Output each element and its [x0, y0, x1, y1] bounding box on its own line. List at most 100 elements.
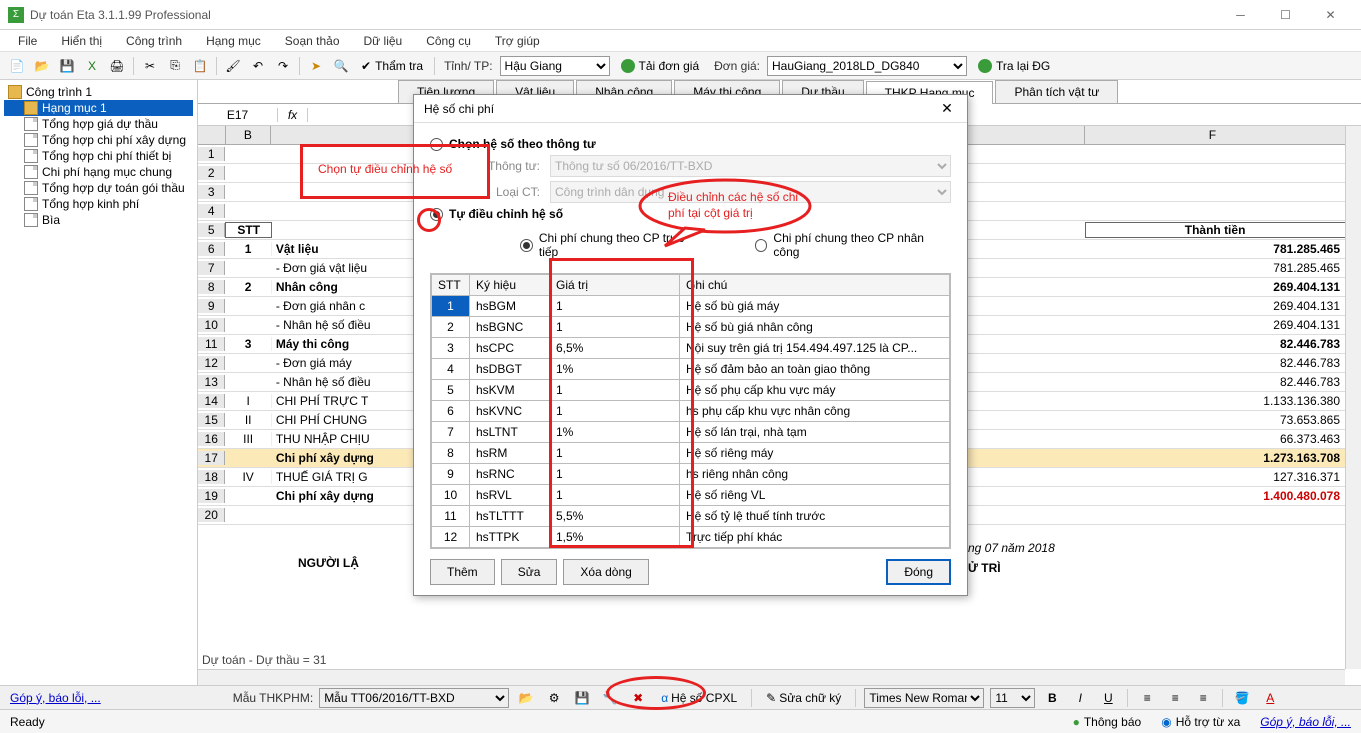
vertical-scrollbar[interactable] [1345, 126, 1361, 669]
app-icon: Σ [8, 7, 24, 23]
underline-button[interactable]: U [1097, 687, 1119, 709]
save-icon[interactable]: 💾 [56, 55, 78, 77]
folder-icon [8, 85, 22, 99]
align-left-icon[interactable]: ≡ [1136, 687, 1158, 709]
bold-button[interactable]: B [1041, 687, 1063, 709]
horizontal-scrollbar[interactable] [198, 669, 1345, 685]
col-header-f[interactable]: F [1085, 126, 1361, 144]
tinh-tp-select[interactable]: Hậu Giang [500, 56, 610, 76]
italic-button[interactable]: I [1069, 687, 1091, 709]
sua-button[interactable]: Sửa [501, 559, 558, 585]
tree-item[interactable]: Tổng hợp chi phí xây dựng [4, 132, 193, 148]
radio-chon-he-so[interactable]: Chọn hệ số theo thông tư [430, 137, 951, 151]
fill-color-icon[interactable]: 🪣 [1231, 687, 1253, 709]
open2-icon[interactable]: 📂 [515, 687, 537, 709]
table-row[interactable]: 2hsBGNC1Hệ số bù giá nhân công [432, 317, 950, 338]
tree-item[interactable]: Tổng hợp kinh phí [4, 196, 193, 212]
menu-file[interactable]: File [8, 32, 47, 50]
dong-button[interactable]: Đóng [886, 559, 951, 585]
menu-du-lieu[interactable]: Dữ liệu [354, 32, 413, 50]
radio-tu-dieu-chinh[interactable]: Tự điều chỉnh hệ số [430, 207, 951, 221]
tree-item[interactable]: Tổng hợp dự toán gói thầu [4, 180, 193, 196]
print-icon[interactable]: 🖨 [106, 55, 128, 77]
tree-item[interactable]: Chi phí hạng mục chung [4, 164, 193, 180]
tool2-icon[interactable]: ⚙ [543, 687, 565, 709]
menu-soan-thao[interactable]: Soạn thảo [275, 32, 350, 50]
teamviewer-icon: ◉ [1161, 715, 1171, 729]
undo-icon[interactable]: ↶ [247, 55, 269, 77]
radio-cp-truc-tiep[interactable]: Chi phí chung theo CP trực tiếp [520, 231, 705, 259]
table-row[interactable]: 4hsDBGT1%Hệ số đảm bảo an toàn giao thôn… [432, 359, 950, 380]
table-row[interactable]: 8hsRM1Hệ số riêng máy [432, 443, 950, 464]
table-row[interactable]: 12hsTTPK1,5%Trực tiếp phí khác [432, 527, 950, 548]
mau-thkphm-select[interactable]: Mẫu TT06/2016/TT-BXD [319, 688, 509, 708]
doc-icon [24, 165, 38, 179]
thong-bao-button[interactable]: ● Thông báo [1073, 715, 1142, 729]
sua-chu-ky-button[interactable]: ✎ Sửa chữ ký [760, 689, 847, 707]
font-select[interactable]: Times New Roman [864, 688, 984, 708]
cell-reference[interactable]: E17 [198, 108, 278, 122]
tham-tra-button[interactable]: ✔ Thẩm tra [355, 59, 429, 73]
menu-cong-trinh[interactable]: Công trình [116, 32, 192, 50]
tab-phan-tich-vat-tu[interactable]: Phân tích vật tư [995, 80, 1118, 103]
arrow-right-icon[interactable]: ➤ [305, 55, 327, 77]
dialog-close-button[interactable]: ✕ [937, 100, 957, 117]
font-color-icon[interactable]: A [1259, 687, 1281, 709]
table-row[interactable]: 10hsRVL1Hệ số riêng VL [432, 485, 950, 506]
table-row[interactable]: 9hsRNC1hs riêng nhân công [432, 464, 950, 485]
gop-y-link-right[interactable]: Góp ý, báo lỗi, ... [1260, 715, 1351, 729]
radio-on-icon [520, 239, 533, 252]
tool3-icon[interactable]: 🔧 [599, 687, 621, 709]
table-row[interactable]: 3hsCPC6,5%Nội suy trên giá trị 154.494.4… [432, 338, 950, 359]
menu-hien-thi[interactable]: Hiển thị [51, 32, 112, 50]
redo-icon[interactable]: ↷ [272, 55, 294, 77]
mau-thkphm-label: Mẫu THKPHM: [233, 691, 313, 705]
titlebar: Σ Dự toán Eta 3.1.1.99 Professional ─ ☐ … [0, 0, 1361, 30]
align-center-icon[interactable]: ≡ [1164, 687, 1186, 709]
align-right-icon[interactable]: ≡ [1192, 687, 1214, 709]
cut-icon[interactable]: ✂ [139, 55, 161, 77]
loaict-select: Công trình dân dụng [550, 181, 951, 203]
fx-icon[interactable]: fx [278, 108, 308, 122]
tai-don-gia-button[interactable]: Tải đơn giá [613, 57, 708, 75]
tree-item[interactable]: Hạng mục 1 [4, 100, 193, 116]
tra-lai-dg-button[interactable]: Tra lại ĐG [970, 57, 1058, 75]
xoa-dong-button[interactable]: Xóa dòng [563, 559, 648, 585]
doc-icon [24, 181, 38, 195]
maximize-button[interactable]: ☐ [1263, 1, 1308, 29]
table-row[interactable]: 6hsKVNC1hs phụ cấp khu vực nhân công [432, 401, 950, 422]
delete-icon[interactable]: ✖ [627, 687, 649, 709]
bell-icon: ● [1073, 715, 1080, 729]
brush-icon[interactable]: 🖌 [222, 55, 244, 77]
excel-icon[interactable]: X [81, 55, 103, 77]
tree-item[interactable]: Tổng hợp chi phí thiết bị [4, 148, 193, 164]
save2-icon[interactable]: 💾 [571, 687, 593, 709]
gop-y-link-left[interactable]: Góp ý, báo lỗi, ... [10, 691, 101, 705]
them-button[interactable]: Thêm [430, 559, 495, 585]
copy-icon[interactable]: ⎘ [164, 55, 186, 77]
table-row[interactable]: 7hsLTNT1%Hệ số lán trại, nhà tạm [432, 422, 950, 443]
table-row[interactable]: 5hsKVM1Hệ số phụ cấp khu vực máy [432, 380, 950, 401]
don-gia-select[interactable]: HauGiang_2018LD_DG840 [767, 56, 967, 76]
menu-hang-muc[interactable]: Hạng mục [196, 32, 271, 50]
minimize-button[interactable]: ─ [1218, 1, 1263, 29]
he-so-table[interactable]: STT Ký hiệu Giá trị Ghi chú 1hsBGM1Hệ số… [431, 274, 950, 548]
ho-tro-button[interactable]: ◉ Hỗ trợ từ xa [1161, 715, 1240, 729]
paste-icon[interactable]: 📋 [189, 55, 211, 77]
table-row[interactable]: 1hsBGM1Hệ số bù giá máy [432, 296, 950, 317]
size-select[interactable]: 11 [990, 688, 1035, 708]
table-row[interactable]: 11hsTLTTT5,5%Hệ số tỷ lệ thuế tính trước [432, 506, 950, 527]
tree-root[interactable]: Công trình 1 [4, 84, 193, 100]
open-icon[interactable]: 📂 [31, 55, 53, 77]
tree-item[interactable]: Tổng hợp giá dự thầu [4, 116, 193, 132]
new-icon[interactable]: 📄 [6, 55, 28, 77]
he-so-cpxl-button[interactable]: α Hệ số CPXL [655, 689, 743, 707]
th-ky-hieu: Ký hiệu [470, 275, 550, 296]
search-icon[interactable]: 🔍 [330, 55, 352, 77]
menu-tro-giup[interactable]: Trợ giúp [485, 32, 550, 50]
menu-cong-cu[interactable]: Công cụ [416, 32, 481, 50]
tree-item[interactable]: Bìa [4, 212, 193, 228]
radio-cp-nhan-cong[interactable]: Chi phí chung theo CP nhân công [755, 231, 951, 259]
close-button[interactable]: ✕ [1308, 1, 1353, 29]
col-header-b[interactable]: B [226, 126, 272, 144]
